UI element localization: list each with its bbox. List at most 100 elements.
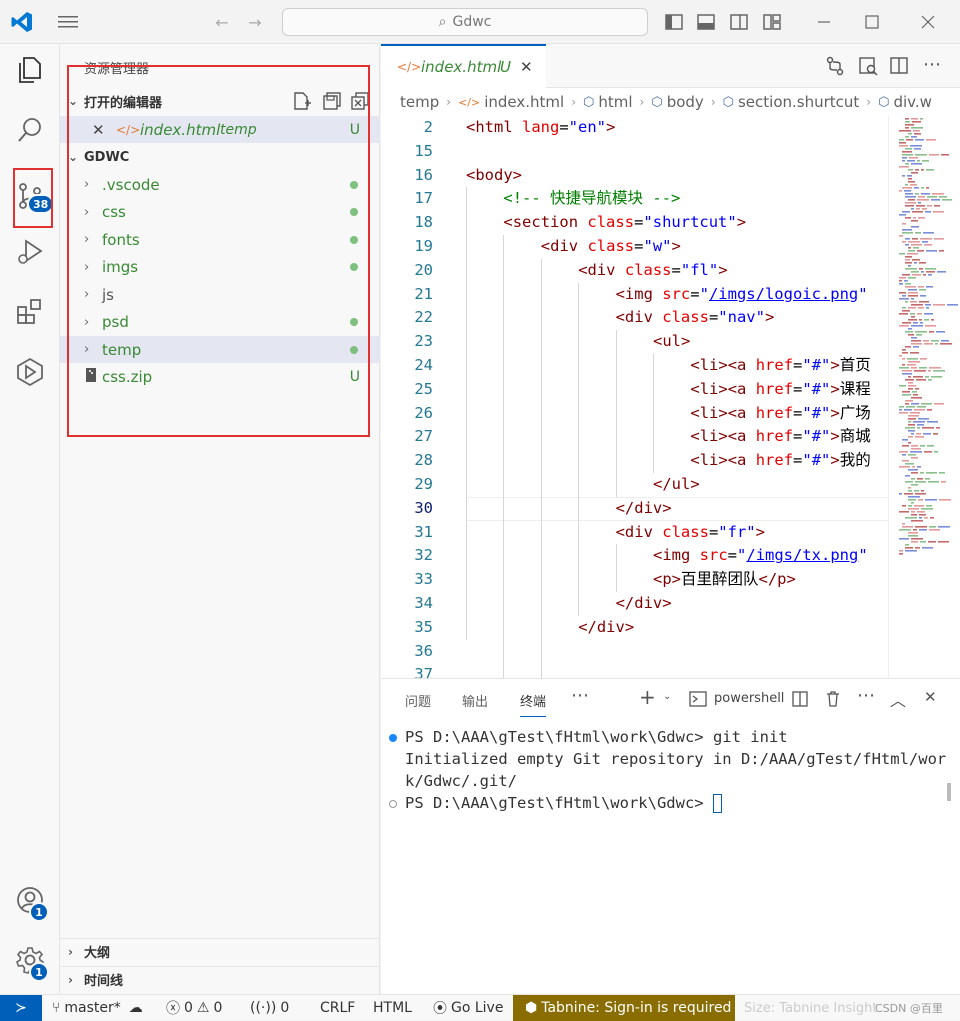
minimap-stroke [908,499,916,501]
minimap-stroke [921,169,924,171]
toggle-panel-icon[interactable] [694,10,718,34]
code-editor[interactable]: 2 <html lang="en"> 15 16 <body> 17 <!-- 快捷导航模块… [381,116,888,678]
close-panel-icon[interactable]: ✕ [924,688,937,706]
breadcrumb-item[interactable]: temp [400,93,439,111]
tabnine-label: Tabnine: Sign-in is required [541,1000,732,1016]
minimap-stroke [911,433,914,435]
run-debug-icon [15,237,45,271]
breadcrumb-item[interactable]: section.shurtcut [738,93,859,111]
minimap-stroke [919,367,927,369]
more-actions-icon[interactable]: ⋯ [923,54,941,75]
minimap-stroke [911,208,914,210]
minimap-stroke [908,385,916,387]
maximize-panel-icon[interactable]: ︿ [890,687,906,711]
trash-icon[interactable] [824,690,842,712]
run-debug-activity[interactable] [0,226,60,282]
accounts-activity[interactable]: 1 [0,874,60,930]
tab-terminal[interactable]: 终端 [520,691,547,717]
menu-icon[interactable] [56,10,80,34]
code-token: <li><a [690,379,756,398]
code-line: <p>百里醉团队</p> [653,568,796,592]
more-actions-icon[interactable]: ⋯ [857,685,875,706]
terminal-icon [689,690,707,712]
explorer-activity[interactable] [0,44,60,100]
branch-indicator[interactable]: ⑂ master* ☁ [52,995,143,1021]
tab-git-status: U [500,58,511,76]
breadcrumb-item[interactable]: index.html [484,93,564,111]
ports-indicator[interactable]: ((·)) 0 [250,995,289,1021]
minimap-stroke [922,160,929,162]
remote-indicator[interactable]: ≻ [0,995,42,1021]
code-token: "#" [802,356,831,374]
breadcrumb-item[interactable]: html [598,93,632,111]
minimap-stroke [911,403,919,405]
code-token: = [690,284,700,303]
code-token: lang [522,118,560,136]
terminal-shell-label[interactable]: powershell [714,691,784,706]
manage-activity[interactable]: 1 [0,934,60,990]
tab-output[interactable]: 输出 [462,691,488,710]
new-terminal-icon[interactable]: + [639,685,656,709]
forward-icon[interactable]: → [243,10,267,34]
split-editor-icon[interactable] [889,56,909,80]
terminal-line-prompt[interactable]: PS D:\AAA\gTest\fHtml\work\Gdwc> [405,794,722,813]
indent-guide [503,330,505,354]
chevron-down-icon[interactable]: ⌄ [663,691,671,702]
split-terminal-icon[interactable] [791,690,809,712]
timeline-header[interactable]: › 时间线 [60,966,380,992]
extensions-activity[interactable] [0,286,60,342]
minimap-stroke [933,211,944,213]
toggle-sidebar-icon[interactable] [662,10,686,34]
minimap-stroke [905,517,917,519]
more-panels-icon[interactable]: ⋯ [571,685,589,706]
terminal-scrollbar[interactable] [947,783,951,801]
code-token: "#" [802,379,831,398]
minimap-stroke [911,163,922,165]
indent-guide [466,282,467,307]
language-indicator[interactable]: HTML [373,995,412,1021]
close-tab-icon[interactable]: ✕ [520,58,533,76]
indent-guide [540,639,542,664]
breadcrumb-item[interactable]: body [667,93,704,111]
minimap[interactable] [888,116,960,678]
indent-guide [466,425,467,450]
tabnine-status[interactable]: ⬢ Tabnine: Sign-in is required [513,995,735,1021]
minimap-stroke [920,445,925,447]
code-line: <div class="fr"> [616,521,765,545]
minimap-stroke [902,295,906,297]
vscode-logo-icon [10,10,34,34]
maximize-icon[interactable] [860,10,884,34]
open-changes-icon[interactable] [825,56,845,80]
go-live-button[interactable]: ⦿ Go Live [433,995,503,1021]
minimap-stroke [910,145,922,147]
close-window-icon[interactable] [916,10,940,34]
minimap-stroke [899,190,902,192]
minimap-stroke [911,514,917,516]
code-token: = [727,546,738,565]
code-token: href [755,427,794,446]
tab-problems[interactable]: 问题 [405,691,431,710]
minimap-stroke [937,271,946,273]
problems-indicator[interactable]: ⓧ 0 ⚠ 0 [166,995,222,1021]
code-token: <body> [466,165,522,184]
eol-indicator[interactable]: CRLF [320,995,355,1021]
toggle-secondary-sidebar-icon[interactable] [727,10,751,34]
breadcrumb-item[interactable]: div.w [893,93,931,111]
open-preview-icon[interactable] [858,56,878,80]
tab-index-html[interactable]: </> index.html U ✕ [381,44,546,88]
explorer-sidebar: 资源管理器 ⌄ 打开的编辑器 ✕ </> index.html temp U ⌄… [60,44,380,994]
search-activity[interactable] [0,104,60,160]
back-icon[interactable]: ← [210,10,234,34]
remote-explorer-activity[interactable] [0,346,60,402]
outline-header[interactable]: › 大纲 [60,938,380,964]
minimap-stroke [930,517,934,519]
minimap-stroke [905,163,909,165]
minimize-icon[interactable] [812,10,836,34]
code-token: 首页 [839,356,871,374]
customize-layout-icon[interactable] [760,10,784,34]
command-center-search[interactable]: ⌕ Gdwc [282,8,648,36]
minimap-stroke [908,361,920,363]
indent-guide [540,496,542,521]
minimap-stroke [919,262,926,264]
code-token: class [662,308,709,327]
